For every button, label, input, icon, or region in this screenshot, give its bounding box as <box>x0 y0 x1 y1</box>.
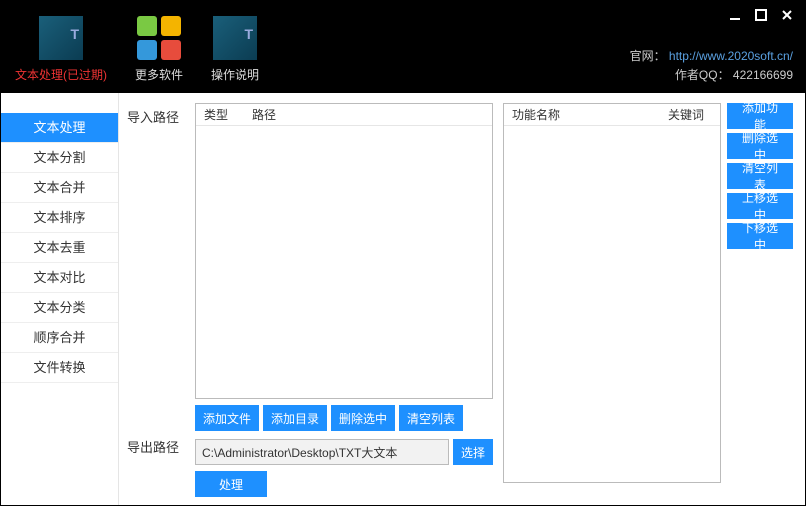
function-block: 功能名称 关键词 <box>503 103 721 497</box>
clear-list-button[interactable]: 清空列表 <box>399 405 463 431</box>
col-path[interactable]: 路径 <box>244 106 492 123</box>
function-list-header: 功能名称 关键词 <box>504 104 720 126</box>
left-labels: 导入路径 导出路径 <box>127 103 195 497</box>
choose-path-button[interactable]: 选择 <box>453 439 493 465</box>
col-type[interactable]: 类型 <box>196 106 244 123</box>
import-block: 类型 路径 添加文件 添加目录 删除选中 清空列表 选择 处理 <box>195 103 493 497</box>
move-up-button[interactable]: 上移选中 <box>727 193 793 219</box>
text-process-icon: T <box>39 16 83 60</box>
sidebar-item-text-classify[interactable]: 文本分类 <box>1 293 118 323</box>
tab-label: 更多软件 <box>135 66 183 83</box>
clear-functions-button[interactable]: 清空列表 <box>727 163 793 189</box>
window-controls <box>723 5 799 25</box>
import-list[interactable]: 类型 路径 <box>195 103 493 399</box>
titlebar: T 文本处理(已过期) 更多软件 T 操作说明 <box>1 1 805 93</box>
tab-label: 文本处理(已过期) <box>15 66 107 83</box>
close-button[interactable] <box>775 5 799 25</box>
tab-text-process[interactable]: T 文本处理(已过期) <box>1 1 121 93</box>
tab-more-software[interactable]: 更多软件 <box>121 1 197 93</box>
function-list[interactable]: 功能名称 关键词 <box>503 103 721 483</box>
maximize-button[interactable] <box>749 5 773 25</box>
import-toolbar: 添加文件 添加目录 删除选中 清空列表 <box>195 405 493 431</box>
process-button[interactable]: 处理 <box>195 471 267 497</box>
add-file-button[interactable]: 添加文件 <box>195 405 259 431</box>
sidebar-item-text-dedup[interactable]: 文本去重 <box>1 233 118 263</box>
instructions-icon: T <box>213 16 257 60</box>
body: 文本处理 文本分割 文本合并 文本排序 文本去重 文本对比 文本分类 顺序合并 … <box>1 93 805 505</box>
sidebar-item-text-compare[interactable]: 文本对比 <box>1 263 118 293</box>
main-area: 导入路径 导出路径 类型 路径 添加文件 添加目录 删除选中 清空列表 <box>119 93 805 505</box>
export-path-label: 导出路径 <box>127 437 195 457</box>
site-label: 官网： <box>630 49 666 63</box>
sidebar-item-text-sort[interactable]: 文本排序 <box>1 203 118 233</box>
sidebar-item-text-split[interactable]: 文本分割 <box>1 143 118 173</box>
export-path-input[interactable] <box>195 439 449 465</box>
sidebar-item-file-convert[interactable]: 文件转换 <box>1 353 118 383</box>
author-qq: 422166699 <box>733 68 793 82</box>
minimize-button[interactable] <box>723 5 747 25</box>
import-list-header: 类型 路径 <box>196 104 492 126</box>
author-label: 作者QQ： <box>675 68 730 82</box>
import-path-label: 导入路径 <box>127 107 195 127</box>
col-function-name[interactable]: 功能名称 <box>504 106 660 123</box>
move-down-button[interactable]: 下移选中 <box>727 223 793 249</box>
export-row: 选择 <box>195 439 493 465</box>
delete-selected-button[interactable]: 删除选中 <box>331 405 395 431</box>
function-actions: 添加功能 删除选中 清空列表 上移选中 下移选中 <box>727 103 793 497</box>
add-function-button[interactable]: 添加功能 <box>727 103 793 129</box>
header-info: 官网： http://www.2020soft.cn/ 作者QQ： 422166… <box>630 47 793 85</box>
add-dir-button[interactable]: 添加目录 <box>263 405 327 431</box>
col-keyword[interactable]: 关键词 <box>660 106 720 123</box>
tab-instructions[interactable]: T 操作说明 <box>197 1 273 93</box>
sidebar-item-text-process[interactable]: 文本处理 <box>1 113 118 143</box>
sidebar: 文本处理 文本分割 文本合并 文本排序 文本去重 文本对比 文本分类 顺序合并 … <box>1 93 119 505</box>
more-software-icon <box>137 16 181 60</box>
sidebar-item-text-merge[interactable]: 文本合并 <box>1 173 118 203</box>
sidebar-item-seq-merge[interactable]: 顺序合并 <box>1 323 118 353</box>
app-window: T 文本处理(已过期) 更多软件 T 操作说明 <box>0 0 806 506</box>
delete-function-button[interactable]: 删除选中 <box>727 133 793 159</box>
site-link[interactable]: http://www.2020soft.cn/ <box>669 49 793 63</box>
tab-label: 操作说明 <box>211 66 259 83</box>
